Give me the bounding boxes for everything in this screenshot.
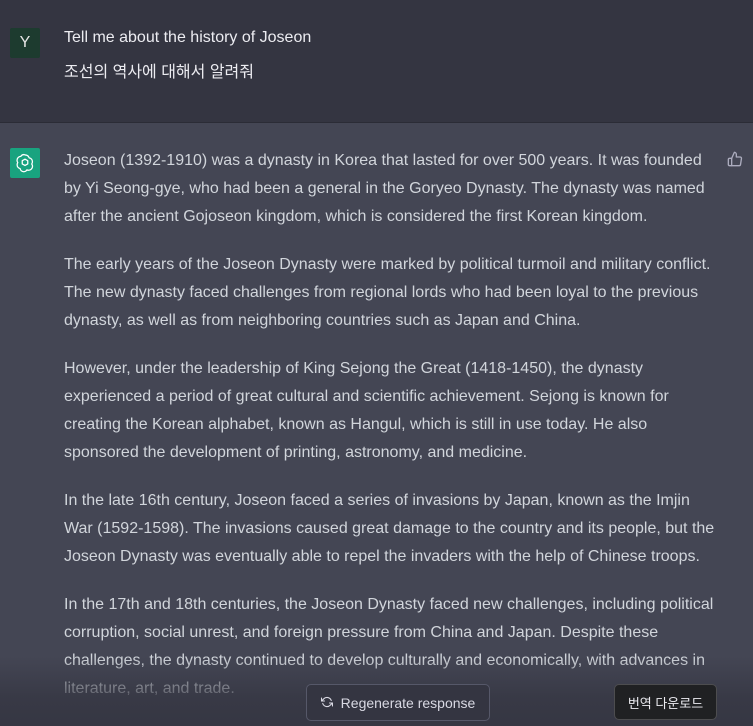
refresh-icon bbox=[320, 695, 333, 711]
chat-page: Y Tell me about the history of Joseon 조선… bbox=[0, 0, 753, 726]
regenerate-response-button[interactable]: Regenerate response bbox=[306, 684, 490, 721]
regenerate-label: Regenerate response bbox=[340, 694, 476, 711]
user-avatar: Y bbox=[10, 28, 40, 58]
translate-download-button[interactable]: 번역 다운로드 bbox=[614, 684, 717, 720]
assistant-message: Joseon (1392-1910) was a dynasty in Kore… bbox=[0, 123, 753, 726]
user-prompt-korean: 조선의 역사에 대해서 알려줘 bbox=[64, 64, 254, 81]
user-prompt-english: Tell me about the history of Joseon bbox=[64, 29, 312, 46]
response-paragraph: In the late 16th century, Joseon faced a… bbox=[64, 492, 715, 565]
response-paragraph: The early years of the Joseon Dynasty we… bbox=[64, 256, 711, 329]
thumbs-up-icon[interactable] bbox=[727, 151, 745, 169]
assistant-response-text: Joseon (1392-1910) was a dynasty in Kore… bbox=[64, 147, 716, 723]
response-paragraph: Joseon (1392-1910) was a dynasty in Kore… bbox=[64, 152, 705, 225]
user-message: Y Tell me about the history of Joseon 조선… bbox=[0, 0, 753, 123]
openai-logo-icon bbox=[10, 148, 40, 178]
response-paragraph: However, under the leadership of King Se… bbox=[64, 360, 669, 461]
